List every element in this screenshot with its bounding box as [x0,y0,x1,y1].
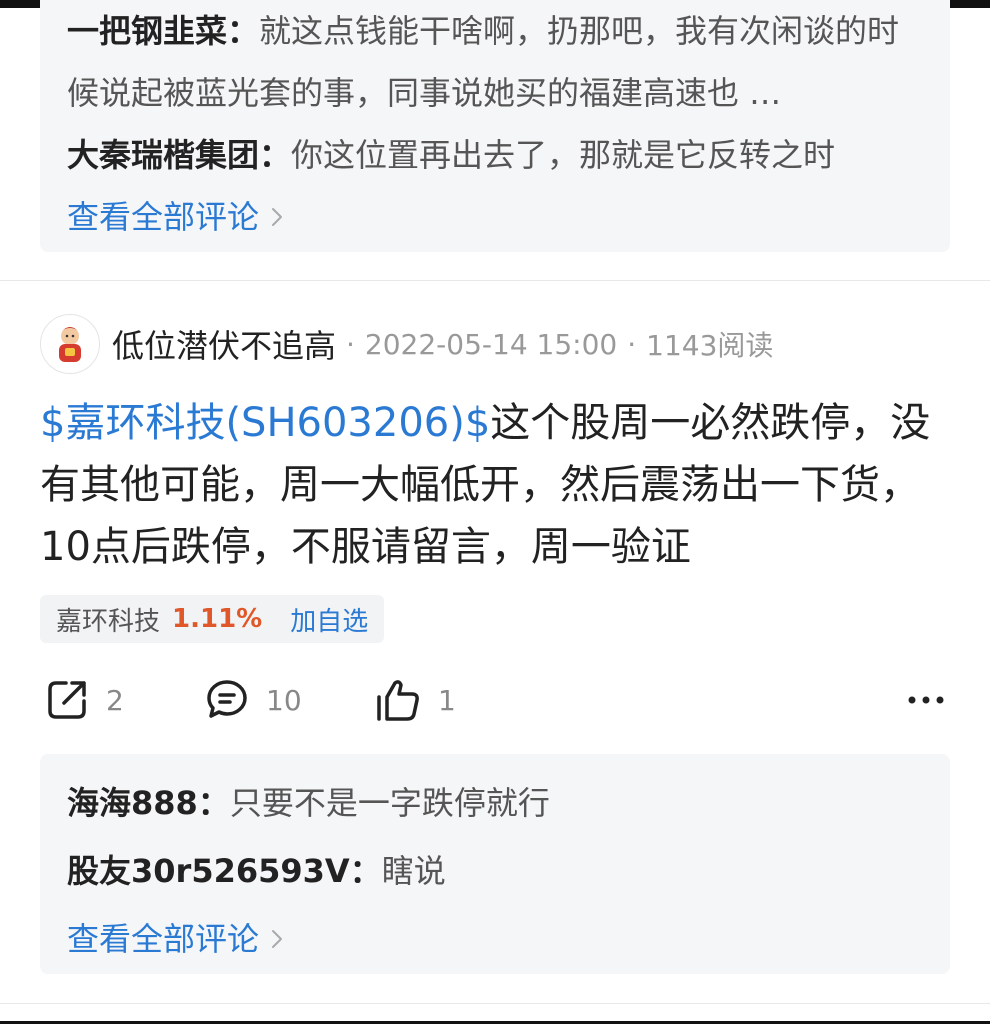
post-read-count: 1143阅读 [646,329,774,362]
post-divider [0,280,990,281]
comment-item[interactable]: 股友30r526593V：瞎说 [67,840,923,902]
view-all-comments-link[interactable]: 查看全部评论 [67,908,923,970]
comment-author[interactable]: 大秦瑞楷集团： [67,136,291,174]
comment-author[interactable]: 海海888： [67,784,230,822]
stock-change: 1.11% [172,604,263,634]
share-button[interactable]: 2 [44,672,124,728]
comment-item[interactable]: 一把钢韭菜：就这点钱能干啥啊，扔那吧，我有次闲谈的时候说起被蓝光套的事，同事说她… [67,0,923,124]
like-button[interactable]: 1 [374,672,456,728]
comment-count: 10 [266,683,302,717]
post-author-name[interactable]: 低位潜伏不追高 [112,321,336,367]
share-icon [48,681,86,719]
view-all-label: 查看全部评论 [67,920,260,958]
comment-text: 你这位置再出去了，那就是它反转之时 [291,136,836,174]
post-datetime: 2022-05-14 15:00 [364,327,618,361]
comments-preview-panel: 海海888：只要不是一字跌停就行 股友30r526593V：瞎说 查看全部评论 [40,754,950,974]
comment-icon [207,680,247,718]
chevron-right-icon [272,208,283,226]
comment-author[interactable]: 股友30r526593V： [67,852,382,890]
comments-preview-panel: 一把钢韭菜：就这点钱能干啥啊，扔那吧，我有次闲谈的时候说起被蓝光套的事，同事说她… [40,0,950,252]
thumbs-up-icon [377,680,419,721]
avatar[interactable] [40,314,100,374]
more-icon[interactable] [902,682,950,718]
comment-author[interactable]: 一把钢韭菜： [67,12,259,50]
post-body[interactable]: $嘉环科技(SH603206)$这个股周一必然跌停，没有其他可能，周一大幅低开，… [40,392,960,578]
stock-name[interactable]: 嘉环科技 [56,601,160,638]
meta-separator: · [346,327,355,361]
post-actions: 2 10 1 [0,672,990,728]
comment-item[interactable]: 海海888：只要不是一字跌停就行 [67,772,923,834]
comment-item[interactable]: 大秦瑞楷集团：你这位置再出去了，那就是它反转之时 [67,124,923,186]
avatar-icon [59,327,81,362]
comment-button[interactable]: 10 [204,672,302,728]
chevron-right-icon [272,930,283,948]
comment-text: 瞎说 [381,852,446,890]
view-all-label: 查看全部评论 [67,198,260,236]
view-all-comments-link[interactable]: 查看全部评论 [67,186,923,248]
stock-chip[interactable]: 嘉环科技 1.11% 加自选 [40,595,385,643]
post-divider [0,1003,990,1004]
stock-tag-link[interactable]: $嘉环科技(SH603206)$ [40,400,490,446]
comment-text: 只要不是一字跌停就行 [229,784,550,822]
like-count: 1 [438,683,456,717]
post-header: 低位潜伏不追高 · 2022-05-14 15:00 · 1143阅读 [40,314,773,374]
share-count: 2 [106,683,124,717]
meta-separator: · [627,327,637,361]
add-watchlist-button[interactable]: 加自选 [290,601,368,638]
